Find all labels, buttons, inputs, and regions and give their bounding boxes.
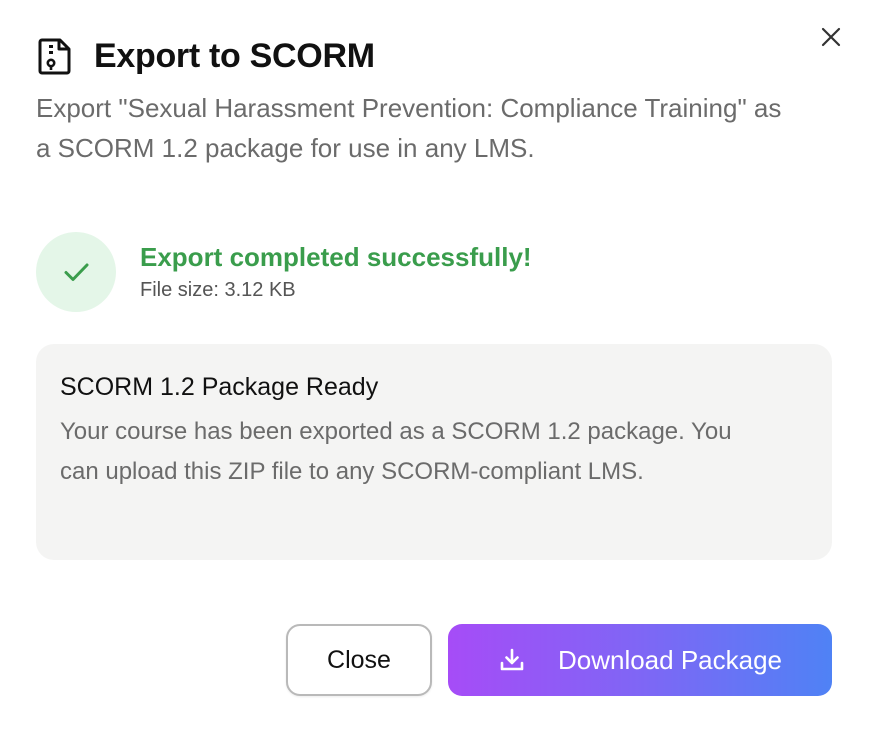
status-headline: Export completed successfully!: [140, 242, 532, 272]
check-icon: [64, 263, 89, 281]
dialog-title: Export to SCORM: [94, 37, 375, 75]
file-zip-icon: [36, 36, 74, 76]
export-status: Export completed successfully! File size…: [36, 232, 532, 312]
status-text-group: Export completed successfully! File size…: [140, 239, 532, 305]
download-icon: [498, 646, 526, 674]
download-button-label: Download Package: [557, 644, 783, 675]
close-dialog-button[interactable]: [816, 22, 846, 52]
file-size-text: File size: 3.12 KB: [140, 279, 296, 301]
close-icon: [821, 27, 841, 47]
close-button[interactable]: Close: [286, 624, 432, 696]
dialog-subtitle: Export "Sexual Harassment Prevention: Co…: [36, 93, 782, 163]
info-card-body: Your course has been exported as a SCORM…: [60, 418, 732, 485]
dialog-header: Export to SCORM: [36, 34, 375, 78]
package-info-card: SCORM 1.2 Package Ready Your course has …: [36, 344, 832, 560]
success-badge: [36, 232, 116, 312]
download-package-button[interactable]: Download Package: [448, 624, 832, 696]
dialog-actions: Close Download Package: [286, 624, 832, 696]
export-scorm-dialog: Export to SCORM Export "Sexual Harassmen…: [0, 0, 870, 734]
info-card-title: SCORM 1.2 Package Ready: [60, 373, 379, 401]
